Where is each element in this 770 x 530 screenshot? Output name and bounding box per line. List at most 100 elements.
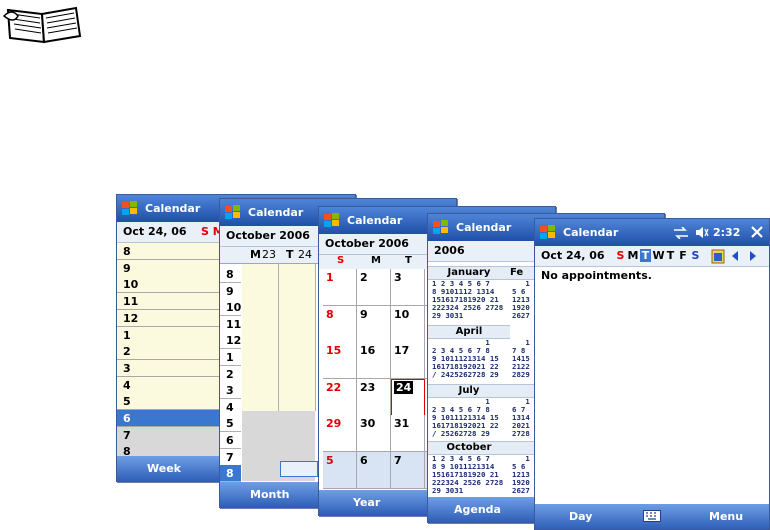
mini-month-oct[interactable]: 1 2 3 4 5 6 7 8 9 1011121314 15161718192… bbox=[432, 455, 503, 495]
month-day-number: 7 bbox=[394, 453, 402, 467]
windows-logo-icon[interactable] bbox=[224, 204, 242, 222]
month-day-cell[interactable]: 7 bbox=[391, 451, 425, 489]
week-day-letter[interactable]: F bbox=[678, 249, 689, 262]
month-day-cell[interactable]: 5 bbox=[323, 451, 357, 489]
app-title: Calendar bbox=[347, 214, 403, 227]
hour-label: 1 bbox=[226, 351, 234, 364]
prev-arrow-icon[interactable] bbox=[731, 251, 739, 261]
mini-month-jul[interactable]: 1 2 3 4 5 6 7 8 9 1011121314 15 16171819… bbox=[432, 398, 499, 438]
month-day-cell[interactable]: 15 bbox=[323, 342, 357, 379]
windows-logo-icon[interactable] bbox=[121, 200, 139, 218]
month-day-number: 30 bbox=[360, 417, 376, 430]
close-icon[interactable] bbox=[749, 224, 765, 240]
status-time[interactable]: 2:32 bbox=[713, 226, 740, 239]
month-day-cell[interactable]: 10 bbox=[391, 305, 425, 343]
speaker-icon[interactable] bbox=[695, 226, 709, 239]
hour-row[interactable]: 8 bbox=[220, 266, 241, 283]
month-day-number: 10 bbox=[394, 307, 410, 321]
week-day-letter[interactable]: S bbox=[615, 249, 626, 262]
hour-row[interactable]: 5 bbox=[220, 415, 241, 433]
month-header-april[interactable]: April bbox=[428, 325, 510, 339]
month-day-cell[interactable]: 23 bbox=[357, 378, 391, 416]
day1-number[interactable]: 23 bbox=[262, 248, 276, 261]
selected-slot[interactable] bbox=[280, 461, 318, 477]
month-day-cell[interactable]: 22 bbox=[323, 378, 357, 416]
hour-row[interactable]: 2 bbox=[220, 365, 241, 383]
day1-letter[interactable]: M bbox=[250, 248, 261, 261]
hour-row[interactable]: 1 bbox=[220, 349, 241, 366]
month-day-cell[interactable]: 6 bbox=[357, 451, 391, 489]
soft-key-left[interactable]: Year bbox=[353, 496, 380, 509]
month-header-july[interactable]: July bbox=[428, 384, 510, 398]
keyboard-icon[interactable] bbox=[643, 510, 661, 522]
soft-key-left[interactable]: Month bbox=[250, 488, 289, 501]
month-day-cell[interactable]: 29 bbox=[323, 415, 357, 452]
month-day-cell[interactable]: 1 bbox=[323, 269, 357, 306]
hour-label: 4 bbox=[123, 378, 131, 392]
mini-month-apr[interactable]: 1 2 3 4 5 6 7 8 9 1011121314 15 16171819… bbox=[432, 339, 499, 379]
hour-row[interactable]: 9 bbox=[220, 282, 241, 300]
hour-row[interactable]: 8 bbox=[220, 465, 241, 483]
hour-label: 7 bbox=[226, 450, 234, 464]
next-arrow-icon[interactable] bbox=[749, 251, 757, 261]
month-day-cell[interactable]: 9 bbox=[357, 305, 391, 343]
mini-month-jan[interactable]: 1 2 3 4 5 6 7 8 9101112 1314 15161718192… bbox=[432, 280, 503, 320]
connectivity-icon[interactable] bbox=[673, 227, 689, 239]
month-day-number: 24 bbox=[394, 380, 414, 394]
day2-work-hours[interactable] bbox=[279, 264, 316, 411]
mini-month-aug[interactable]: 1 6 7 1314 2021 2728 bbox=[512, 398, 530, 438]
month-day-cell[interactable]: 3 bbox=[391, 269, 425, 306]
hour-label: 8 bbox=[123, 245, 131, 258]
week-day-letter[interactable]: S bbox=[690, 249, 701, 262]
calendar-switch-icon[interactable] bbox=[711, 248, 725, 264]
week-day-letter[interactable]: W bbox=[653, 249, 665, 262]
hour-label: 6 bbox=[226, 434, 234, 447]
month-day-cell[interactable]: 16 bbox=[357, 342, 391, 379]
mini-month-nov[interactable]: 1 5 6 1213 1920 2627 bbox=[512, 455, 530, 495]
mini-month-may[interactable]: 1 7 8 1415 2122 2829 bbox=[512, 339, 530, 379]
week-day-selector: SMTWTFS bbox=[615, 246, 705, 266]
week-day-letter[interactable]: T bbox=[665, 249, 676, 262]
hour-label: 4 bbox=[226, 400, 234, 414]
soft-key-left[interactable]: Week bbox=[147, 462, 181, 475]
month-day-cell[interactable]: 30 bbox=[357, 415, 391, 452]
month-day-cell[interactable]: 31 bbox=[391, 415, 425, 452]
month-header-january[interactable]: January bbox=[428, 266, 510, 280]
month-day-cell[interactable]: 24 bbox=[391, 378, 425, 416]
hour-row[interactable]: 7 bbox=[220, 448, 241, 466]
month-day-number: 2 bbox=[360, 271, 368, 284]
soft-key-left[interactable]: Day bbox=[569, 510, 592, 523]
windows-logo-icon[interactable] bbox=[323, 212, 341, 230]
app-title: Calendar bbox=[563, 226, 619, 239]
month-day-cell[interactable]: 2 bbox=[357, 269, 391, 306]
weekday-letter: M bbox=[371, 255, 381, 266]
windows-logo-icon[interactable] bbox=[539, 224, 557, 242]
hour-row[interactable]: 6 bbox=[220, 432, 241, 449]
hour-row[interactable]: 11 bbox=[220, 315, 241, 333]
hour-label: 10 bbox=[226, 301, 242, 315]
month-day-number: 9 bbox=[360, 307, 368, 321]
day2-number[interactable]: 24 bbox=[298, 248, 312, 261]
day1-work-hours[interactable] bbox=[242, 264, 279, 411]
hour-row[interactable]: 12 bbox=[220, 332, 241, 350]
month-day-cell[interactable]: 8 bbox=[323, 305, 357, 343]
hour-label: 11 bbox=[123, 295, 139, 309]
current-date: Oct 24, 06 bbox=[541, 249, 605, 262]
month-day-number: 31 bbox=[394, 417, 410, 430]
hour-row[interactable]: 3 bbox=[220, 382, 241, 400]
hour-row[interactable]: 4 bbox=[220, 398, 241, 416]
month-header-october[interactable]: October bbox=[428, 441, 510, 455]
day2-letter[interactable]: T bbox=[286, 248, 294, 261]
windows-logo-icon[interactable] bbox=[432, 219, 450, 237]
week-day-letter[interactable]: T bbox=[640, 249, 651, 262]
soft-key-right[interactable]: Menu bbox=[709, 510, 743, 523]
mini-month-feb[interactable]: 1 5 6 1213 1920 2627 bbox=[512, 280, 530, 320]
soft-key-left[interactable]: Agenda bbox=[454, 503, 501, 516]
week-day-letter[interactable]: M bbox=[628, 249, 639, 262]
month-day-number: 6 bbox=[360, 453, 368, 467]
app-title: Calendar bbox=[248, 206, 304, 219]
hour-row[interactable]: 10 bbox=[220, 299, 242, 317]
month-title: October 2006 bbox=[325, 237, 409, 250]
hour-label: 2 bbox=[226, 367, 234, 381]
month-day-cell[interactable]: 17 bbox=[391, 342, 425, 379]
